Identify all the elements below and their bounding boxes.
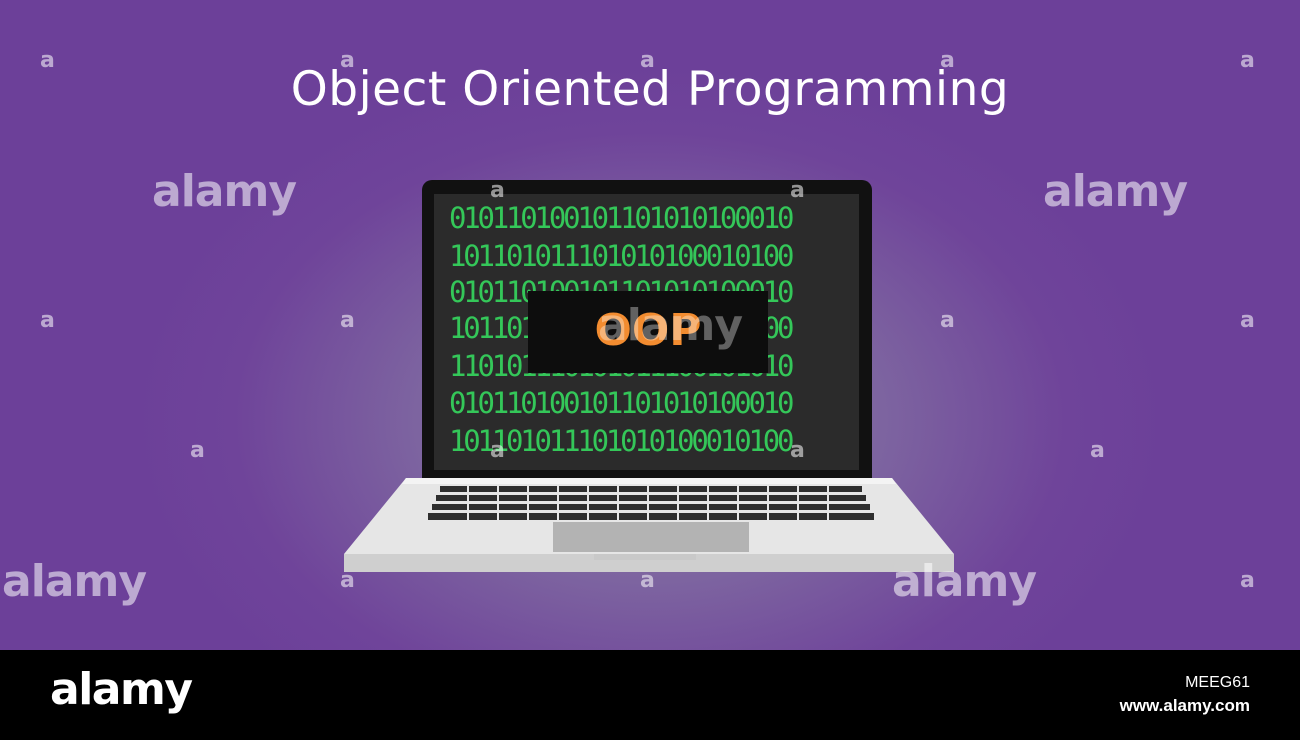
- watermark: alamy: [1043, 166, 1188, 217]
- watermark-letter: a: [940, 48, 955, 73]
- watermark-letter: a: [790, 438, 805, 463]
- laptop-trackpad: [553, 522, 749, 552]
- watermark: alamy: [892, 556, 1037, 607]
- image-id: MEEG61: [1185, 674, 1250, 691]
- watermark-letter: a: [340, 308, 355, 333]
- watermark-letter: a: [790, 178, 805, 203]
- binary-line: 010110100101101010100010: [449, 386, 794, 420]
- watermark-letter: a: [940, 308, 955, 333]
- watermark-letter: a: [40, 48, 55, 73]
- watermark-letter: a: [340, 48, 355, 73]
- watermark: alamy: [152, 166, 297, 217]
- watermark: alamy: [2, 556, 147, 607]
- watermark: alamy: [598, 300, 743, 351]
- watermark-letter: a: [1240, 48, 1255, 73]
- site-url: www.alamy.com: [1119, 696, 1250, 715]
- laptop-notch: [594, 554, 696, 560]
- stock-footer-bar: alamy MEEG61 www.alamy.com: [0, 650, 1300, 740]
- binary-line: 010110100101101010100010: [449, 201, 794, 235]
- watermark-letter: a: [1240, 308, 1255, 333]
- watermark-letter: a: [340, 568, 355, 593]
- watermark-letter: a: [40, 308, 55, 333]
- watermark-letter: a: [190, 438, 205, 463]
- watermark-letter: a: [490, 178, 505, 203]
- binary-line: 101101011101010100010100: [449, 239, 794, 273]
- watermark-letter: a: [640, 568, 655, 593]
- alamy-logo: alamy: [50, 664, 193, 715]
- laptop-keyboard: [428, 486, 874, 520]
- watermark-letter: a: [1090, 438, 1105, 463]
- watermark-letter: a: [640, 48, 655, 73]
- watermark-letter: a: [490, 438, 505, 463]
- watermark-letter: a: [1240, 568, 1255, 593]
- illustration-background: Object Oriented Programming 010110100101…: [0, 0, 1300, 650]
